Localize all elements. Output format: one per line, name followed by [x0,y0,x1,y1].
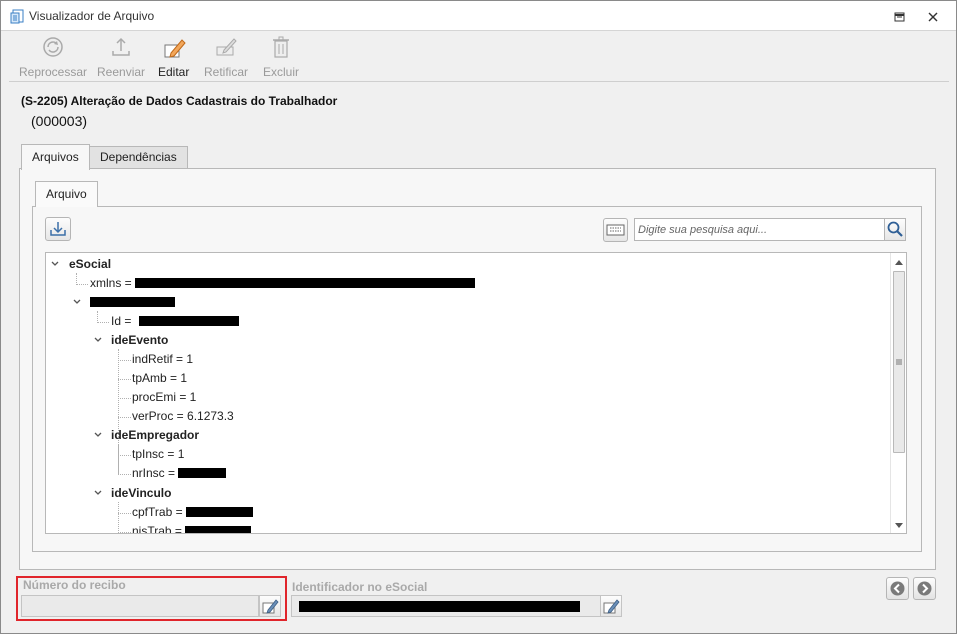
event-code: (000003) [31,113,88,129]
redacted-value [299,601,580,612]
esocial-id-field[interactable] [291,595,601,617]
tab-dependencias[interactable]: Dependências [89,146,188,169]
collapse-event-icon[interactable] [72,297,82,307]
tree-node-nrinsc[interactable]: nrInsc = [132,466,227,480]
tab-arquivos[interactable]: Arquivos [21,144,90,170]
tree-node-idevinculo[interactable]: ideVinculo [111,486,171,500]
tree-node-id[interactable]: Id = [111,314,239,328]
collapse-esocial-icon[interactable] [50,259,60,269]
rectify-label: Retificar [204,65,249,79]
next-button[interactable] [913,577,936,600]
delete-label: Excluir [263,65,300,79]
tree-node-indretif[interactable]: indRetif = 1 [132,352,193,366]
search-input[interactable] [634,218,885,241]
close-button[interactable] [921,7,945,27]
edit-field-icon [603,599,620,614]
tree-node-xmlns[interactable]: xmlns = [90,276,476,290]
rectify-button[interactable]: Retificar [204,35,248,79]
tree-node-verproc[interactable]: verProc = 6.1273.3 [132,409,234,423]
search-icon [887,221,903,237]
edit-icon [164,39,186,58]
esocial-id-label: Identificador no eSocial [292,580,428,594]
tree-node-tpinsc[interactable]: tpInsc = 1 [132,447,184,461]
redacted-value [90,297,175,307]
redacted-value [185,526,252,533]
tree-node-tpamb[interactable]: tpAmb = 1 [132,371,187,385]
tree-node-event[interactable] [90,295,175,309]
redacted-value [135,278,476,288]
download-button[interactable] [45,217,71,241]
redacted-value [138,316,239,326]
receipt-number-field[interactable] [21,595,259,617]
tree-node-nistrab[interactable]: nisTrab = [132,524,252,533]
delete-button[interactable]: Excluir [263,35,299,79]
rectify-icon [216,38,237,56]
redacted-value [185,507,253,517]
window-title: Visualizador de Arquivo [29,9,155,23]
search-button[interactable] [884,218,906,241]
reprocess-label: Reprocessar [19,65,88,79]
tree-node-ideempregador[interactable]: ideEmpregador [111,428,199,442]
edit-label: Editar [158,65,190,79]
tree-node-ideevento[interactable]: ideEvento [111,333,168,347]
reprocess-icon [43,37,63,57]
edit-field-icon [262,599,279,614]
previous-button[interactable] [886,577,909,600]
download-icon [50,222,66,236]
toolbar: Reprocessar Reenviar Editar Retificar Ex… [9,32,949,82]
reprocess-button[interactable]: Reprocessar [19,35,87,79]
scroll-thumb[interactable] [893,271,905,453]
restore-icon [894,12,905,22]
tree-scrollbar[interactable] [890,253,906,533]
tab-arquivo[interactable]: Arquivo [35,181,98,207]
resend-label: Reenviar [97,65,146,79]
keyboard-icon [606,224,625,236]
collapse-ideevento-icon[interactable] [93,335,103,345]
receipt-number-label: Número do recibo [23,578,126,592]
receipt-edit-button[interactable] [259,595,281,617]
event-title: (S-2205) Alteração de Dados Cadastrais d… [21,94,338,108]
tree-node-procemi[interactable]: procEmi = 1 [132,390,196,404]
esocial-id-edit-button[interactable] [600,595,622,617]
collapse-ideempregador-icon[interactable] [93,430,103,440]
restore-button[interactable] [887,7,911,27]
search-options-button[interactable] [603,218,628,242]
arrow-right-icon [917,581,932,596]
scroll-up-icon[interactable] [891,255,907,271]
edit-button[interactable]: Editar [158,35,189,79]
scroll-down-icon[interactable] [891,517,907,533]
document-viewer-icon [10,9,24,24]
grip-icon [896,359,902,365]
trash-icon [273,36,289,58]
file-viewer-window: Visualizador de Arquivo Reprocessar Reen… [0,0,957,634]
xml-tree: eSocial xmlns = Id = ideEvento indRetif … [45,252,907,534]
collapse-idevinculo-icon[interactable] [93,488,103,498]
title-bar: Visualizador de Arquivo [1,1,956,31]
close-icon [928,12,938,22]
resend-button[interactable]: Reenviar [97,35,145,79]
redacted-value [178,468,227,478]
upload-icon [112,37,130,56]
tree-node-cpftrab[interactable]: cpfTrab = [132,505,253,519]
arrow-left-icon [890,581,905,596]
tree-node-esocial[interactable]: eSocial [69,257,111,271]
